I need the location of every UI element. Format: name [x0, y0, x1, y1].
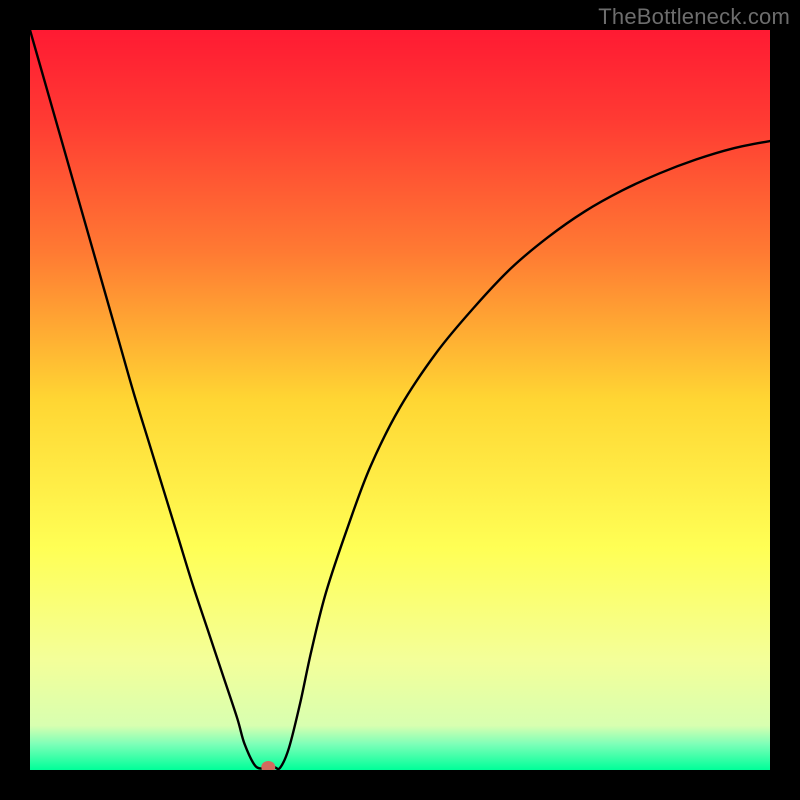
chart-background	[30, 30, 770, 770]
bottleneck-chart	[30, 30, 770, 770]
watermark-text: TheBottleneck.com	[598, 4, 790, 30]
chart-frame: TheBottleneck.com	[0, 0, 800, 800]
